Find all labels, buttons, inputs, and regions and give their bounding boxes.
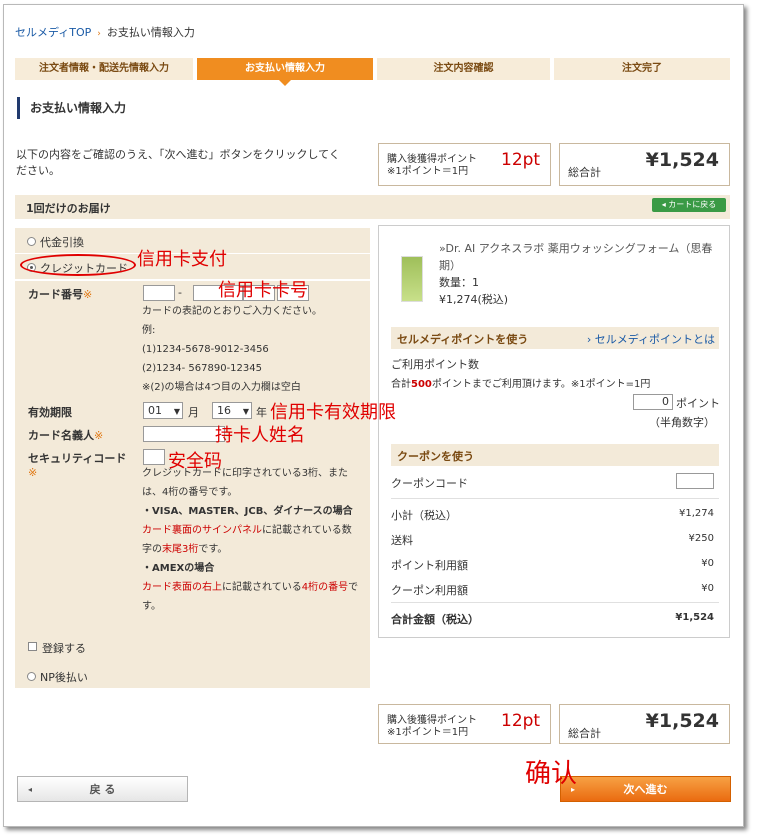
delivery-section-header: 1回だけのお届け ◂ カートに戻る xyxy=(15,195,730,219)
earned-points-box-bottom: 購入後獲得ポイント ※1ポイント＝1円 12pt xyxy=(378,704,551,744)
breadcrumb-home-link[interactable]: セルメディTOP xyxy=(15,26,91,39)
breadcrumb-separator-icon: › xyxy=(97,29,101,39)
np-label: NP後払い xyxy=(40,671,88,684)
register-card-label: 登録する xyxy=(42,642,86,655)
card-number-dash-1: - xyxy=(178,286,182,299)
annotation-credit-pay: 信用卡支付 xyxy=(137,249,227,270)
card-number-field-1[interactable] xyxy=(143,285,175,301)
grand-total-box: 総合計 ¥1,524 xyxy=(559,143,730,186)
grand-total-value: ¥1,524 xyxy=(645,149,719,171)
register-card-checkbox[interactable] xyxy=(28,642,37,651)
coupon-code-input[interactable] xyxy=(676,473,714,489)
year-unit: 年 xyxy=(256,406,267,419)
annotation-holder: 持卡人姓名 xyxy=(215,425,305,446)
cod-label: 代金引換 xyxy=(40,236,84,249)
use-points-header: セルメディポイントを使う › セルメディポイントとは xyxy=(391,327,719,349)
payment-option-np[interactable]: NP後払い xyxy=(15,663,370,688)
step-complete: 注文完了 xyxy=(554,58,730,80)
card-holder-input[interactable] xyxy=(143,426,225,442)
grand-total-box-bottom: 総合計 ¥1,524 xyxy=(559,704,730,744)
credit-card-highlight-oval xyxy=(20,254,136,276)
page-title: お支払い情報入力 xyxy=(17,97,126,119)
grand-total-value: ¥1,524 xyxy=(645,710,719,732)
order-summary-panel: »Dr. AI アクネスラボ 薬用ウォッシングフォーム（思春 期） 数量：1 ¥1… xyxy=(378,225,730,638)
breadcrumb-current: お支払い情報入力 xyxy=(106,26,195,39)
product-qty: 数量：1 xyxy=(439,276,479,289)
earned-points-value: 12pt xyxy=(501,150,541,170)
product-info: »Dr. AI アクネスラボ 薬用ウォッシングフォーム（思春 期） 数量：1 ¥1… xyxy=(439,240,719,308)
back-button[interactable]: ◂ 戻 る xyxy=(17,776,188,802)
security-code-label: セキュリティコード ※ xyxy=(28,452,127,479)
subtotal-label: 小計（税込） xyxy=(391,509,457,522)
points-count-label: ご利用ポイント数 xyxy=(391,358,479,371)
grand-total-value-2: ¥1,524 xyxy=(675,612,714,623)
back-button-label: 戻 る xyxy=(89,783,116,796)
product-image xyxy=(401,256,423,302)
points-used-value: ¥0 xyxy=(701,558,714,569)
np-radio[interactable] xyxy=(27,672,36,681)
shipping-label: 送料 xyxy=(391,534,413,547)
breadcrumb: セルメディTOP › お支払い情報入力 xyxy=(15,24,195,40)
coupon-code-label: クーポンコード xyxy=(391,477,468,490)
section-title: 1回だけのお届け xyxy=(26,202,111,215)
step-order-info: 注文者情報・配送先情報入力 xyxy=(15,58,193,80)
product-price: ¥1,274(税込) xyxy=(439,293,509,306)
points-input[interactable]: 0 xyxy=(633,394,673,410)
subtotal-value: ¥1,274 xyxy=(679,508,714,519)
points-unit: ポイント xyxy=(676,397,720,410)
annotation-confirm: 确认 xyxy=(525,759,578,789)
card-number-label: カード番号※ xyxy=(28,288,93,301)
coupon-used-value: ¥0 xyxy=(701,583,714,594)
cod-radio[interactable] xyxy=(27,237,36,246)
coupon-used-label: クーポン利用額 xyxy=(391,584,468,597)
expiry-label: 有効期限 xyxy=(28,406,72,419)
grand-total-label: 総合計 xyxy=(568,727,601,740)
points-hint: （半角数字） xyxy=(649,416,715,429)
points-used-label: ポイント利用額 xyxy=(391,559,468,572)
earned-points-box: 購入後獲得ポイント ※1ポイント＝1円 12pt xyxy=(378,143,551,186)
next-button[interactable]: ▸ 次へ進む xyxy=(560,776,731,802)
earned-points-label: 購入後獲得ポイント xyxy=(387,154,477,165)
grand-total-label: 総合計 xyxy=(568,166,601,179)
coupon-title: クーポンを使う xyxy=(397,450,474,463)
security-code-help: クレジットカードに印字されている3桁、または、4桁の番号です。 ・VISA、MA… xyxy=(142,468,359,612)
card-number-help: カードの表記のとおりご入力ください。 例: (1)1234-5678-9012-… xyxy=(142,306,322,393)
step-payment-info: お支払い情報入力 xyxy=(197,58,373,86)
card-holder-label: カード名義人※ xyxy=(28,429,104,442)
back-to-cart-button[interactable]: ◂ カートに戻る xyxy=(652,198,726,212)
step-confirm: 注文内容確認 xyxy=(377,58,550,80)
product-name-link[interactable]: »Dr. AI アクネスラボ 薬用ウォッシングフォーム（思春 期） xyxy=(439,240,719,274)
security-code-input[interactable] xyxy=(143,449,165,465)
points-available-note: 合計500ポイントまでご利用頂けます。※1ポイント=1円 xyxy=(391,379,651,390)
points-rate-note: ※1ポイント＝1円 xyxy=(387,727,469,738)
divider xyxy=(391,498,719,499)
checkout-steps: 注文者情報・配送先情報入力 お支払い情報入力 注文内容確認 注文完了 xyxy=(15,58,730,86)
shipping-value: ¥250 xyxy=(688,533,714,544)
grand-total-label-2: 合計金額（税込） xyxy=(391,613,479,626)
annotation-card-number: 信用卡卡号 xyxy=(218,280,308,301)
back-arrow-icon: ◂ xyxy=(28,785,33,794)
coupon-header: クーポンを使う xyxy=(391,444,719,466)
month-unit: 月 xyxy=(188,406,199,419)
next-button-label: 次へ進む xyxy=(623,783,668,796)
expiry-year-select[interactable]: 16 xyxy=(212,402,252,419)
annotation-security: 安全码 xyxy=(168,451,222,472)
earned-points-label: 購入後獲得ポイント xyxy=(387,715,477,726)
earned-points-value: 12pt xyxy=(501,711,541,731)
about-points-link[interactable]: › セルメディポイントとは xyxy=(587,331,715,347)
intro-text: 以下の内容をご確認のうえ、「次へ進む」ボタンをクリックしてください。 xyxy=(16,148,340,177)
divider xyxy=(391,602,719,603)
points-rate-note: ※1ポイント＝1円 xyxy=(387,166,469,177)
expiry-month-select[interactable]: 01 xyxy=(143,402,183,419)
use-points-title: セルメディポイントを使う xyxy=(397,333,529,346)
